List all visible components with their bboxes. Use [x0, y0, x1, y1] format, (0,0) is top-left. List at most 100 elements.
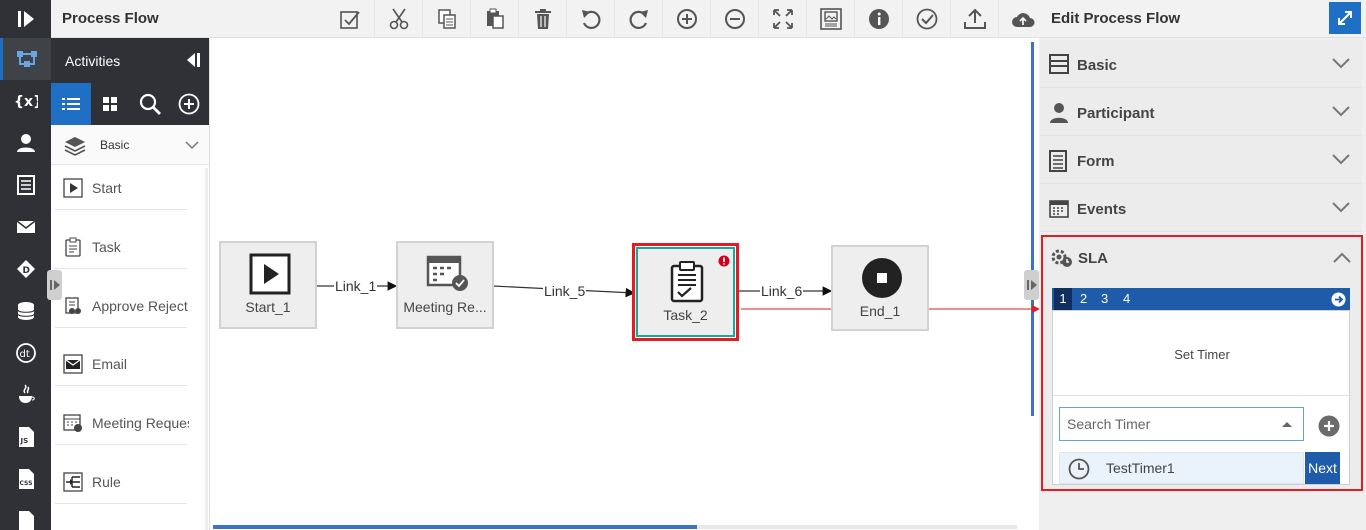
undo-icon — [581, 10, 600, 30]
rule-icon — [63, 472, 83, 492]
section-participant[interactable]: Participant — [1040, 88, 1362, 136]
rail-java-icon[interactable] — [0, 374, 51, 416]
paste-icon — [486, 8, 504, 29]
activity-label: Approve Reject — [92, 297, 188, 314]
rail-decision-icon[interactable]: D — [0, 248, 51, 290]
timer-list-item[interactable]: TestTimer1 — [1059, 452, 1304, 484]
node-start[interactable]: Start_1 — [219, 241, 317, 329]
cut-button[interactable] — [374, 0, 422, 38]
expand-properties-handle[interactable] — [1024, 270, 1039, 300]
rail-database-icon[interactable] — [0, 290, 51, 332]
rail-form-icon[interactable] — [0, 164, 51, 206]
node-task[interactable]: Task_2 — [636, 247, 735, 337]
grid-view-tab[interactable] — [91, 83, 131, 125]
fit-screen-button[interactable] — [758, 0, 806, 38]
section-events[interactable]: Events — [1040, 184, 1362, 232]
participant-icon — [1050, 103, 1068, 123]
redo-icon — [629, 10, 648, 30]
sla-step-tabs: 1 2 3 4 — [1052, 288, 1350, 310]
canvas-vertical-scrollbar[interactable] — [1031, 42, 1034, 416]
activity-item-start[interactable]: Start — [51, 166, 207, 225]
sla-header[interactable]: SLA — [1043, 237, 1361, 279]
canvas-horizontal-scrollbar[interactable] — [213, 525, 697, 529]
set-timer-area: Set Timer — [1053, 311, 1351, 396]
dropdown-caret-icon[interactable] — [1281, 421, 1293, 428]
activities-scrollbar[interactable] — [205, 168, 208, 530]
chevron-up-icon — [1333, 252, 1351, 263]
copy-button[interactable] — [422, 0, 470, 38]
rail-dt-icon[interactable]: dt — [0, 332, 51, 374]
node-meeting-request[interactable]: Meeting Re... — [396, 241, 494, 329]
paste-button[interactable] — [470, 0, 518, 38]
rail-page-icon[interactable] — [0, 500, 51, 530]
sla-step-tab-4[interactable]: 4 — [1123, 291, 1130, 306]
maximize-button[interactable] — [1329, 2, 1361, 34]
activity-category-select[interactable]: Basic — [51, 125, 209, 165]
activity-item-task[interactable]: Task — [51, 224, 207, 284]
list-view-tab[interactable] — [51, 83, 91, 125]
properties-title: Edit Process Flow — [1051, 10, 1181, 27]
info-button[interactable] — [854, 0, 902, 38]
rail-process-flow-icon[interactable] — [0, 38, 51, 80]
link-label[interactable]: Link_5 — [543, 283, 587, 299]
upload-button[interactable] — [950, 0, 998, 38]
check-button[interactable] — [902, 0, 950, 38]
section-sla: SLA 1 2 3 4 Set Timer TestTimer1 Next — [1041, 235, 1363, 491]
section-label: Form — [1077, 153, 1115, 170]
save-image-button[interactable] — [806, 0, 854, 38]
cut-icon — [389, 8, 408, 30]
validate-button[interactable] — [326, 0, 374, 38]
rail-email-icon[interactable] — [0, 206, 51, 248]
next-button[interactable]: Next — [1305, 452, 1340, 484]
activities-view-tabs — [51, 83, 209, 125]
rail-participant-icon[interactable] — [0, 122, 51, 164]
form-icon — [1049, 150, 1067, 172]
node-label: End_1 — [859, 303, 901, 319]
delete-button[interactable] — [518, 0, 566, 38]
add-timer-icon[interactable] — [1318, 415, 1340, 437]
meeting-request-icon — [63, 414, 82, 433]
activity-item-approve-reject[interactable]: Approve Reject — [51, 283, 207, 343]
chevron-down-icon — [185, 138, 199, 153]
info-icon — [868, 9, 889, 29]
redo-button[interactable] — [614, 0, 662, 38]
sla-step-tab-1[interactable]: 1 — [1054, 288, 1072, 310]
expand-activities-handle[interactable] — [47, 270, 62, 300]
maximize-icon — [1338, 11, 1352, 25]
link-label[interactable]: Link_6 — [760, 283, 804, 299]
copy-icon — [437, 9, 456, 29]
app-logo[interactable] — [0, 0, 51, 38]
app: {x} D dt JS CSS — [0, 0, 1366, 530]
zoom-out-button[interactable] — [710, 0, 758, 38]
sla-step-tab-3[interactable]: 3 — [1101, 291, 1108, 306]
events-icon — [1049, 200, 1069, 218]
link-label[interactable]: Link_1 — [334, 278, 378, 294]
next-step-icon[interactable] — [1331, 292, 1346, 307]
activity-item-meeting-request[interactable]: Meeting Request — [51, 401, 207, 460]
section-form[interactable]: Form — [1040, 136, 1362, 184]
collapse-panel-icon[interactable] — [183, 51, 201, 72]
stop-icon — [862, 258, 902, 298]
rail-css-icon[interactable]: CSS — [0, 458, 51, 500]
start-icon — [249, 253, 291, 295]
zoom-in-icon — [676, 9, 697, 29]
section-label: SLA — [1078, 250, 1108, 267]
expand-right-icon — [1026, 280, 1037, 290]
chevron-down-icon — [1332, 106, 1350, 117]
activity-item-email[interactable]: Email — [51, 342, 207, 401]
search-activities-tab[interactable] — [130, 83, 170, 125]
cloud-upload-icon — [1011, 13, 1034, 27]
sla-step-tab-2[interactable]: 2 — [1080, 291, 1087, 306]
section-basic[interactable]: Basic — [1040, 40, 1362, 88]
node-end[interactable]: End_1 — [831, 245, 929, 331]
delete-icon — [534, 9, 551, 29]
svg-text:JS: JS — [19, 437, 28, 445]
rail-js-icon[interactable]: JS — [0, 416, 51, 458]
undo-button[interactable] — [566, 0, 614, 38]
search-timer-input[interactable] — [1059, 407, 1304, 441]
left-rail: {x} D dt JS CSS — [0, 0, 51, 530]
activity-item-rule[interactable]: Rule — [51, 459, 207, 519]
zoom-in-button[interactable] — [662, 0, 710, 38]
rail-variables-icon[interactable]: {x} — [0, 80, 51, 122]
add-activity-tab[interactable] — [170, 83, 210, 125]
